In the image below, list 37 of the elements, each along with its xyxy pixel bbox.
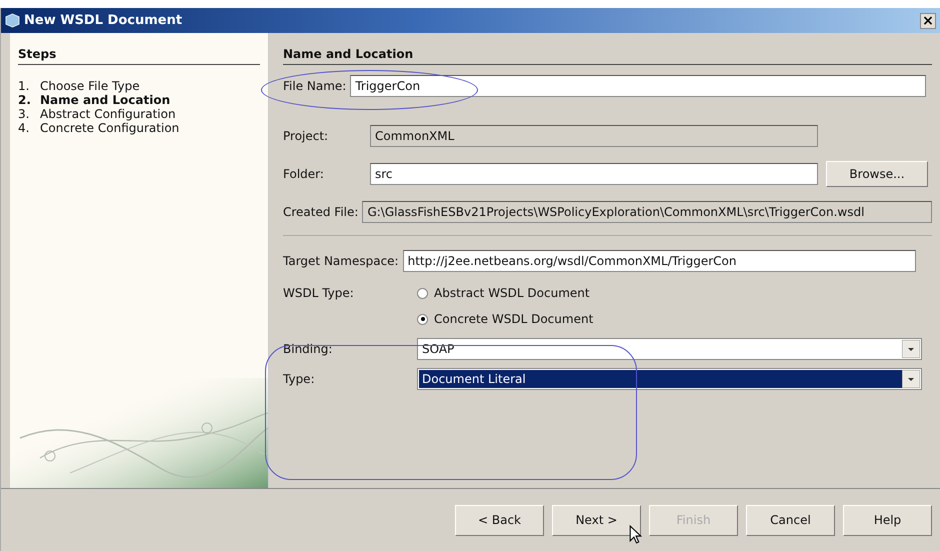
- dropdown-arrow-icon[interactable]: [902, 340, 920, 358]
- cube-icon: [5, 13, 20, 28]
- step-number: 1.: [18, 79, 30, 93]
- type-dropdown[interactable]: Document Literal: [417, 368, 922, 390]
- mouse-pointer-icon: [629, 525, 642, 544]
- folder-field[interactable]: src: [370, 163, 818, 185]
- dropdown-arrow-icon[interactable]: [902, 370, 920, 388]
- file-name-field[interactable]: TriggerCon: [350, 75, 926, 97]
- steps-heading: Steps: [18, 47, 260, 65]
- step-label: Name and Location: [40, 93, 170, 107]
- field-label: Folder:: [283, 167, 325, 181]
- field-label: Type:: [283, 372, 316, 386]
- step-number: 2.: [18, 93, 32, 107]
- wizard-button[interactable]: < Back: [455, 504, 544, 536]
- step-number: 4.: [18, 121, 30, 135]
- close-button[interactable]: ×: [920, 12, 936, 28]
- step-number: 3.: [18, 107, 30, 121]
- field-label: Binding:: [283, 342, 334, 356]
- radio-label[interactable]: Concrete WSDL Document: [434, 312, 594, 326]
- field-label: WSDL Type:: [283, 286, 355, 300]
- namespace-field[interactable]: http://j2ee.netbeans.org/wsdl/CommonXML/TriggerCon: [402, 250, 916, 272]
- section-heading: Name and Location: [283, 47, 932, 65]
- step-label: Concrete Configuration: [40, 121, 180, 135]
- step-label: Choose File Type: [40, 79, 140, 93]
- radio-button[interactable]: [417, 314, 428, 324]
- field-label: Created File:: [283, 205, 358, 219]
- wizard-button[interactable]: Next >: [552, 504, 641, 536]
- browse-button[interactable]: Browse...: [826, 161, 928, 187]
- wizard-button[interactable]: Cancel: [746, 504, 835, 536]
- radio-label[interactable]: Abstract WSDL Document: [434, 286, 590, 300]
- field-label: File Name:: [283, 79, 346, 93]
- radio-button[interactable]: [417, 288, 428, 298]
- step-label: Abstract Configuration: [40, 107, 176, 121]
- field-label: Project:: [283, 129, 330, 143]
- wizard-button[interactable]: Help: [843, 504, 932, 536]
- window-title: New WSDL Document: [24, 13, 184, 28]
- field-label: Target Namespace:: [283, 254, 399, 268]
